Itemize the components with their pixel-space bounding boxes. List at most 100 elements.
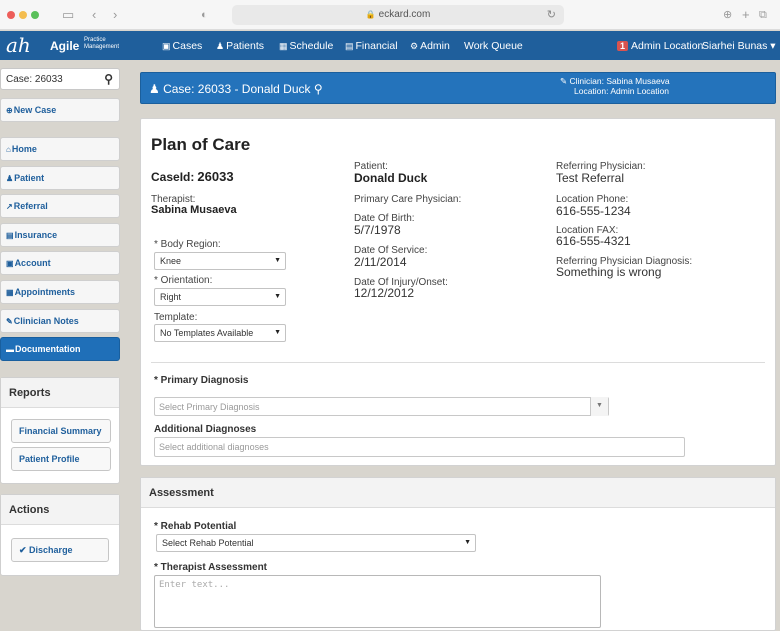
- home-icon: ⌂: [6, 145, 11, 154]
- loc-fax-value: 616-555-4321: [556, 234, 631, 248]
- brand-subtitle: Practice Management: [84, 37, 120, 50]
- plan-of-care-card: Plan of Care CaseId: 26033 Therapist: Sa…: [140, 118, 776, 466]
- location-menu[interactable]: 1 Admin Location: [617, 40, 703, 52]
- user-menu[interactable]: Siarhei Bunas ▾: [702, 40, 776, 52]
- discharge-button[interactable]: ✔ Discharge: [11, 538, 109, 562]
- caret-down-icon: ▼: [274, 257, 281, 264]
- search-icon[interactable]: ⚲: [314, 82, 323, 96]
- reports-panel: Reports Financial Summary Patient Profil…: [0, 377, 120, 484]
- actions-heading: Actions: [1, 495, 119, 525]
- forward-icon[interactable]: ›: [113, 8, 117, 22]
- privacy-shield-icon[interactable]: ◐: [201, 8, 208, 22]
- additional-dx-label: Additional Diagnoses: [154, 424, 257, 435]
- patient-value: Donald Duck: [354, 171, 428, 185]
- url-text: eckard.com: [378, 9, 431, 20]
- case-search-input[interactable]: Case: 26033: [6, 74, 63, 85]
- financial-summary-button[interactable]: Financial Summary: [11, 419, 111, 443]
- browser-toolbar: ▭ ‹ › ◐ 🔒 eckard.com ↻ ⊕ + ⧉: [0, 0, 780, 30]
- folder-icon: ▬: [6, 345, 14, 354]
- page-title: Plan of Care: [151, 135, 251, 154]
- nav-financial[interactable]: ▤ Financial: [345, 40, 398, 52]
- rehab-potential-label: * Rehab Potential: [154, 521, 237, 532]
- doi-value: 12/12/2012: [354, 286, 415, 300]
- cases-icon: ▣: [162, 41, 171, 51]
- reports-heading: Reports: [1, 378, 119, 408]
- calendar-icon: ▦: [279, 41, 288, 51]
- sidebar-item-patient[interactable]: ♟Patient: [0, 166, 120, 190]
- calendar-icon: ▦: [6, 288, 14, 297]
- nav-schedule[interactable]: ▦ Schedule: [279, 40, 333, 52]
- therapist-value: Sabina Musaeva: [151, 204, 237, 216]
- pencil-icon: ✎: [6, 317, 13, 326]
- actions-panel: Actions ✔ Discharge: [0, 494, 120, 576]
- sidebar-toggle-icon[interactable]: ▭: [62, 8, 74, 22]
- ref-phys-value: Test Referral: [556, 171, 625, 185]
- template-select[interactable]: No Templates Available ▼: [154, 324, 286, 342]
- caret-down-icon[interactable]: ▼: [590, 397, 608, 416]
- sidebar-item-account[interactable]: ▣Account: [0, 251, 120, 275]
- ref-dx-value: Something is wrong: [556, 265, 662, 279]
- additional-dx-input[interactable]: Select additional diagnoses: [154, 437, 685, 457]
- tabs-overview-icon[interactable]: ⧉: [759, 8, 767, 22]
- assessment-card: Assessment * Rehab Potential Select Reha…: [140, 477, 776, 631]
- close-window-button[interactable]: [7, 11, 15, 19]
- primary-dx-select[interactable]: Select Primary Diagnosis ▼: [154, 397, 609, 416]
- case-id: CaseId: 26033: [151, 169, 234, 184]
- caret-down-icon: ▼: [274, 293, 281, 300]
- case-search[interactable]: Case: 26033 ⚲: [0, 68, 120, 90]
- case-header: ♟ Case: 26033 - Donald Duck ⚲ ✎ Clinicia…: [140, 72, 776, 104]
- pcp-label: Primary Care Physician:: [354, 194, 462, 205]
- patient-profile-button[interactable]: Patient Profile: [11, 447, 111, 471]
- financial-icon: ▤: [345, 41, 354, 51]
- sidebar: Case: 26033 ⚲ ⊕New Case ⌂Home ♟Patient ↗…: [0, 60, 128, 631]
- body-region-select[interactable]: Knee ▼: [154, 252, 286, 270]
- orientation-select[interactable]: Right ▼: [154, 288, 286, 306]
- location-badge: 1: [617, 41, 629, 51]
- body-region-label: * Body Region:: [154, 239, 221, 250]
- therapist-assessment-label: * Therapist Assessment: [154, 562, 268, 573]
- sidebar-item-clinician-notes[interactable]: ✎Clinician Notes: [0, 309, 120, 333]
- therapist-assessment-textarea[interactable]: [154, 575, 601, 628]
- dob-value: 5/7/1978: [354, 223, 401, 237]
- minimize-window-button[interactable]: [19, 11, 27, 19]
- plus-circle-icon: ⊕: [6, 106, 13, 115]
- dos-value: 2/11/2014: [354, 255, 407, 269]
- download-icon[interactable]: ⊕: [723, 8, 732, 22]
- share-icon: ↗: [6, 202, 13, 211]
- caret-down-icon: ▼: [274, 329, 281, 336]
- sidebar-item-referral[interactable]: ↗Referral: [0, 194, 120, 218]
- nav-cases[interactable]: ▣ Cases: [162, 40, 202, 52]
- reload-icon[interactable]: ↻: [547, 5, 556, 25]
- zoom-window-button[interactable]: [31, 11, 39, 19]
- user-icon: ♟: [216, 41, 225, 51]
- list-icon: ▤: [6, 231, 14, 240]
- lock-icon: 🔒: [365, 10, 376, 19]
- case-clinician-info: ✎ Clinician: Sabina Musaeva Location: Ad…: [560, 76, 670, 96]
- check-icon: ✔: [19, 545, 30, 555]
- template-label: Template:: [154, 312, 198, 323]
- new-case-button[interactable]: ⊕New Case: [0, 98, 120, 122]
- caret-down-icon: ▼: [464, 539, 471, 546]
- search-icon[interactable]: ⚲: [104, 72, 113, 86]
- address-bar[interactable]: 🔒 eckard.com ↻: [232, 5, 564, 25]
- assessment-heading: Assessment: [141, 478, 775, 508]
- sidebar-item-home[interactable]: ⌂Home: [0, 137, 120, 161]
- back-icon[interactable]: ‹: [92, 8, 96, 22]
- gear-icon: ⚙: [410, 41, 419, 51]
- new-tab-icon[interactable]: +: [742, 8, 750, 22]
- app-logo[interactable]: ah: [6, 33, 31, 57]
- sidebar-item-documentation[interactable]: ▬Documentation: [0, 337, 120, 361]
- nav-work-queue[interactable]: Work Queue: [464, 40, 523, 52]
- nav-admin[interactable]: ⚙ Admin: [410, 40, 450, 52]
- app-navbar: ah Agile Practice Management ▣ Cases ♟ Pat…: [0, 31, 780, 60]
- section-divider: [151, 362, 765, 363]
- sidebar-item-appointments[interactable]: ▦Appointments: [0, 280, 120, 304]
- user-icon: ♟: [6, 174, 14, 183]
- brand-name[interactable]: Agile: [50, 39, 79, 53]
- primary-dx-label: * Primary Diagnosis: [154, 375, 249, 386]
- user-icon: ♟: [149, 82, 164, 96]
- nav-patients[interactable]: ♟ Patients: [216, 40, 264, 52]
- sidebar-item-insurance[interactable]: ▤Insurance: [0, 223, 120, 247]
- rehab-potential-select[interactable]: Select Rehab Potential ▼: [156, 534, 476, 552]
- loc-phone-value: 616-555-1234: [556, 204, 631, 218]
